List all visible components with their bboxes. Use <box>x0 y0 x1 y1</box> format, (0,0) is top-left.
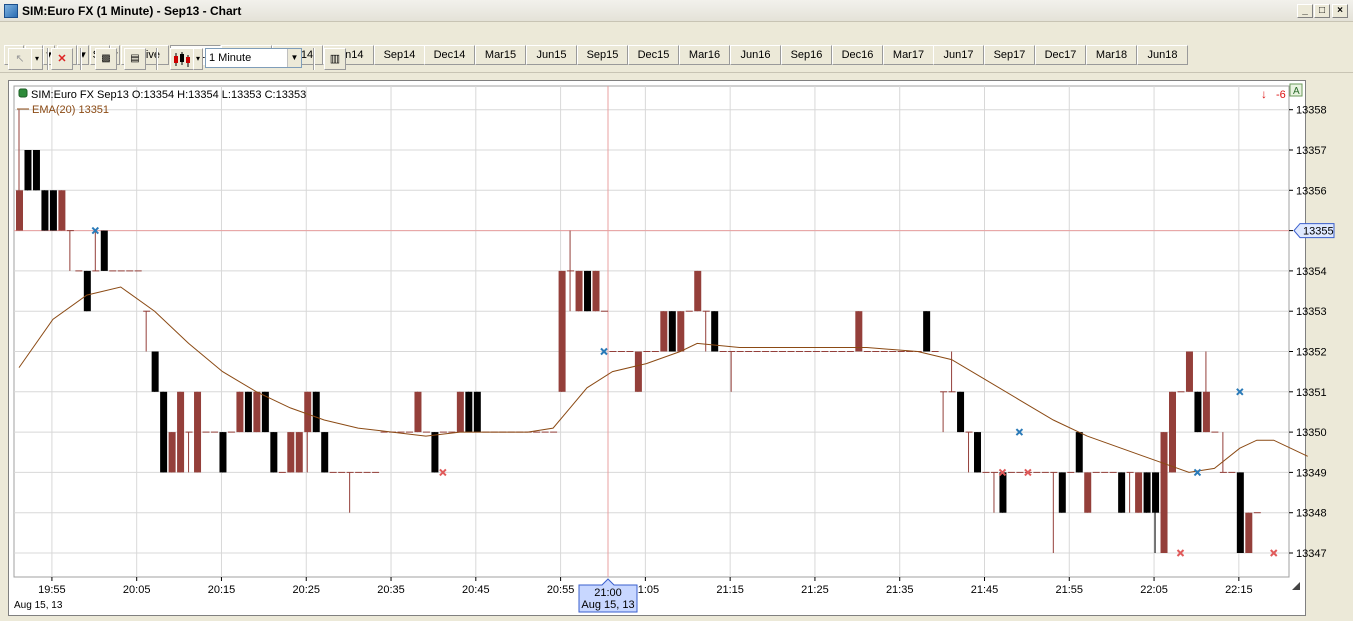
candle-body <box>694 270 702 312</box>
candle-body <box>1236 472 1244 553</box>
candle-body <box>592 270 600 312</box>
y-tick-label: 13356 <box>1296 185 1327 197</box>
candle-body <box>49 190 57 231</box>
candle-body <box>321 432 329 473</box>
candle-body <box>177 391 185 473</box>
candle-body <box>194 391 202 473</box>
status-dot-icon <box>18 88 28 98</box>
x-tick-label: 21:45 <box>971 584 999 596</box>
x-tick-label: 22:15 <box>1225 584 1253 596</box>
plot-area[interactable] <box>13 85 1290 578</box>
x-tick-label: 20:35 <box>377 584 405 596</box>
candle-body <box>312 391 320 433</box>
candle-body <box>270 432 278 473</box>
y-tick-label: 13354 <box>1296 266 1327 278</box>
candle-body <box>58 190 66 231</box>
y-tick-label: 13349 <box>1296 467 1327 479</box>
y-tick-label: 13357 <box>1296 145 1327 157</box>
candle-body <box>304 391 312 433</box>
x-tick-label: 21:15 <box>716 584 744 596</box>
x-tick-label: 20:05 <box>123 584 151 596</box>
position-value: -6 <box>1276 89 1286 101</box>
candle-body <box>244 391 252 433</box>
candle-body <box>558 270 566 392</box>
cursor-price-label: 13355 <box>1303 226 1334 238</box>
candle-body <box>1160 432 1168 553</box>
candle-body <box>473 391 481 433</box>
candle-body <box>1194 391 1202 433</box>
candle-body <box>219 432 227 473</box>
candle-body <box>1143 472 1151 513</box>
candle-body <box>295 432 303 473</box>
x-tick-label: 22:05 <box>1140 584 1168 596</box>
candle-body <box>41 190 49 231</box>
candle-body <box>668 311 676 352</box>
candle-body <box>151 351 159 392</box>
candle-body <box>855 311 863 352</box>
candle-body <box>1084 472 1092 513</box>
y-tick-label: 13347 <box>1296 548 1327 560</box>
candle-body <box>100 230 108 271</box>
x-tick-label: 20:25 <box>292 584 320 596</box>
price-chart[interactable]: 13347 13348 13349 13350 13351 13352 13353 13354… <box>0 0 1353 621</box>
cursor-time-label: 21:00 <box>594 587 622 599</box>
candle-body <box>974 432 982 473</box>
candle-body <box>1118 472 1126 513</box>
candle-body <box>999 472 1007 513</box>
x-tick-label: 21:25 <box>801 584 829 596</box>
panel-letter: A <box>1293 86 1300 97</box>
candle-body <box>677 311 685 352</box>
cursor-date-label: Aug 15, 13 <box>581 599 634 611</box>
y-tick-label: 13351 <box>1296 387 1327 399</box>
candle-body <box>1169 391 1177 473</box>
candle-body <box>1135 472 1143 513</box>
x-tick-label: 21:55 <box>1056 584 1084 596</box>
y-tick-label: 13348 <box>1296 508 1327 520</box>
candle-body <box>253 391 261 433</box>
candle-body <box>575 270 583 312</box>
ema-legend-label: EMA(20) 13351 <box>32 104 109 116</box>
candle-body <box>24 150 32 191</box>
x-tick-label: 19:55 <box>38 584 66 596</box>
candle-body <box>465 391 473 433</box>
candle-body <box>168 432 176 473</box>
candle-body <box>160 391 168 473</box>
candle-body <box>584 270 592 312</box>
candle-body <box>660 311 668 352</box>
candle-body <box>431 432 439 473</box>
resize-grip-icon[interactable] <box>1292 582 1300 590</box>
candle-body <box>923 311 931 352</box>
x-tick-label: 20:15 <box>208 584 236 596</box>
position-arrow-icon: ↓ <box>1261 87 1267 101</box>
candle-body <box>32 150 40 191</box>
candle-body <box>287 432 295 473</box>
candle-body <box>414 391 422 433</box>
candle-body <box>1152 472 1160 513</box>
ohlc-label: SIM:Euro FX Sep13 O:13354 H:13354 L:1335… <box>31 89 306 101</box>
y-tick-label: 13350 <box>1296 427 1327 439</box>
y-tick-label: 13353 <box>1296 306 1327 318</box>
candle-body <box>456 391 464 433</box>
x-tick-label: 20:55 <box>547 584 575 596</box>
candle-body <box>236 391 244 433</box>
y-tick-label: 13358 <box>1296 105 1327 117</box>
x-tick-label: 20:45 <box>462 584 490 596</box>
candle-body <box>634 351 642 392</box>
candle-body <box>1058 472 1066 513</box>
x-axis-start-date: Aug 15, 13 <box>14 600 63 611</box>
x-tick-label: 21:35 <box>886 584 914 596</box>
candle-body <box>1202 391 1210 433</box>
y-tick-label: 13352 <box>1296 347 1327 359</box>
candle-body <box>83 270 91 312</box>
candle-body <box>1075 432 1083 473</box>
candle-body <box>261 391 269 433</box>
candle-body <box>957 391 965 433</box>
candle-body <box>1185 351 1193 392</box>
candle-body <box>1245 512 1253 553</box>
candle-body <box>16 190 23 231</box>
